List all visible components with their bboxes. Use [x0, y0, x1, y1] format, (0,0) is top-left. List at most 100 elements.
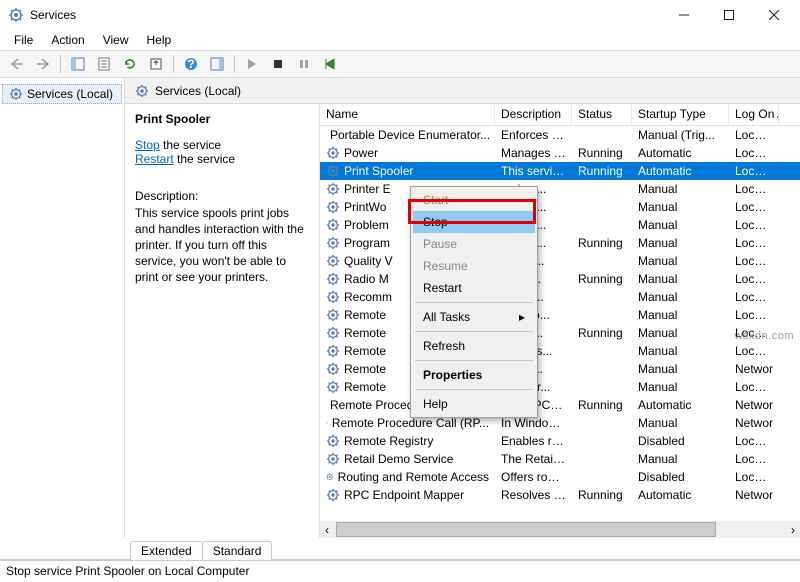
gear-icon — [326, 362, 340, 376]
stop-link[interactable]: Stop — [135, 138, 160, 152]
service-logon: Local Sy — [729, 434, 779, 448]
menu-action[interactable]: Action — [43, 31, 92, 49]
service-row[interactable]: Remotees the r...ManualLocal Sy — [320, 378, 800, 396]
menu-item-label: Refresh — [423, 339, 465, 353]
service-row[interactable]: Print SpoolerThis service ...RunningAuto… — [320, 162, 800, 180]
help-button[interactable]: ? — [180, 53, 202, 75]
service-row[interactable]: PowerManages p...RunningAutomaticLocal S… — [320, 144, 800, 162]
gear-icon — [326, 290, 340, 304]
nav-services-local[interactable]: Services (Local) — [2, 84, 122, 104]
gear-icon — [326, 380, 340, 394]
service-row[interactable]: Quality Vty Win...ManualLocal Sy — [320, 252, 800, 270]
service-logon: Local Sy — [729, 182, 779, 196]
service-logon: Networ — [729, 362, 779, 376]
service-row[interactable]: RPC Endpoint MapperResolves RP...Running… — [320, 486, 800, 504]
service-desc: The Retail D... — [495, 452, 572, 466]
refresh-button[interactable] — [119, 53, 141, 75]
col-logon[interactable]: Log On As — [729, 104, 779, 125]
service-row[interactable]: Routing and Remote AccessOffers routi...… — [320, 468, 800, 486]
gear-icon — [326, 344, 340, 358]
col-name[interactable]: Name — [320, 104, 495, 125]
status-text: Stop service Print Spooler on Local Comp… — [6, 564, 249, 578]
menu-item-help[interactable]: Help — [413, 393, 535, 415]
restart-link[interactable]: Restart — [135, 152, 174, 166]
toolbar: ? — [0, 50, 800, 78]
service-name: Remote — [344, 344, 386, 358]
tab-standard[interactable]: Standard — [202, 541, 273, 560]
gear-icon — [9, 87, 23, 101]
service-row[interactable]: Remotees a co...ManualLocal Sy — [320, 306, 800, 324]
service-row[interactable]: Remote Procedure Call (RP...In Windows..… — [320, 414, 800, 432]
service-row[interactable]: Retail Demo ServiceThe Retail D...Manual… — [320, 450, 800, 468]
menu-item-all-tasks[interactable]: All Tasks▸ — [413, 306, 535, 328]
pause-service-button[interactable] — [293, 53, 315, 75]
menu-item-properties[interactable]: Properties — [413, 364, 535, 386]
menu-help[interactable]: Help — [139, 31, 180, 49]
maximize-button[interactable] — [706, 1, 751, 29]
service-startup: Manual (Trig... — [632, 128, 729, 142]
show-hide-actions-button[interactable] — [206, 53, 228, 75]
restart-service-button[interactable] — [319, 53, 341, 75]
stop-suffix: the service — [160, 138, 221, 152]
start-service-button[interactable] — [241, 53, 263, 75]
service-startup: Manual — [632, 236, 729, 250]
service-logon: Local Sy — [729, 236, 779, 250]
back-button[interactable] — [6, 53, 28, 75]
menubar: File Action View Help — [0, 30, 800, 50]
scroll-left-icon[interactable]: ‹ — [320, 523, 334, 537]
menu-item-refresh[interactable]: Refresh — [413, 335, 535, 357]
menu-item-label: Help — [423, 397, 448, 411]
scroll-thumb[interactable] — [336, 522, 716, 537]
menu-item-stop[interactable]: Stop — [413, 211, 535, 233]
column-headers: Name Description Status Startup Type Log… — [320, 104, 800, 126]
service-row[interactable]: Remote RegistryEnables rem...DisabledLoc… — [320, 432, 800, 450]
menu-view[interactable]: View — [95, 31, 137, 49]
gear-icon — [326, 488, 340, 502]
col-status[interactable]: Status — [572, 104, 632, 125]
tab-extended[interactable]: Extended — [130, 541, 203, 560]
service-name: Remote Procedure Call (RP... — [332, 416, 489, 430]
stop-service-button[interactable] — [267, 53, 289, 75]
forward-button[interactable] — [32, 53, 54, 75]
service-name: Quality V — [344, 254, 393, 268]
service-startup: Manual — [632, 380, 729, 394]
service-row[interactable]: Remotes user...ManualNetwor — [320, 360, 800, 378]
service-row[interactable]: Radio MMana...RunningManualLocal Sy — [320, 270, 800, 288]
menu-item-restart[interactable]: Restart — [413, 277, 535, 299]
service-status: Running — [572, 236, 632, 250]
export-button[interactable] — [145, 53, 167, 75]
service-row[interactable]: Remoteote Des...ManualLocal Sy — [320, 342, 800, 360]
service-startup: Manual — [632, 452, 729, 466]
horizontal-scrollbar[interactable]: ‹ › — [320, 521, 800, 538]
service-row[interactable]: Recommes aut...ManualLocal Sy — [320, 288, 800, 306]
service-desc: Manages p... — [495, 146, 572, 160]
nav-label: Services (Local) — [27, 87, 113, 101]
watermark: wsxdn.com — [734, 330, 794, 342]
menu-item-label: Start — [423, 193, 448, 207]
col-startup[interactable]: Startup Type — [632, 104, 729, 125]
service-row[interactable]: Portable Device Enumerator...Enforces gr… — [320, 126, 800, 144]
service-row[interactable]: PrintWodes su...ManualLocal Sy — [320, 198, 800, 216]
service-startup: Automatic — [632, 146, 729, 160]
col-description[interactable]: Description — [495, 104, 572, 125]
service-row[interactable]: Remoteges di...RunningManualLocal Sy — [320, 324, 800, 342]
detail-tabs: Extended Standard — [0, 538, 800, 560]
scroll-right-icon[interactable]: › — [786, 523, 800, 537]
menu-file[interactable]: File — [6, 31, 41, 49]
properties-button[interactable] — [93, 53, 115, 75]
service-row[interactable]: Printer Eervice ...ManualLocal Sy — [320, 180, 800, 198]
service-startup: Automatic — [632, 488, 729, 502]
service-logon: Local Sy — [729, 452, 779, 466]
service-logon: Local Sy — [729, 128, 779, 142]
close-button[interactable] — [751, 1, 796, 29]
minimize-button[interactable] — [661, 1, 706, 29]
service-logon: Local Sy — [729, 272, 779, 286]
service-row[interactable]: Remote Procedure Call (RPC)The RPCSS s..… — [320, 396, 800, 414]
gear-icon — [326, 272, 340, 286]
service-row[interactable]: Programervice ...RunningManualLocal Sy — [320, 234, 800, 252]
service-row[interactable]: Problemervice ...ManualLocal Sy — [320, 216, 800, 234]
menu-item-resume: Resume — [413, 255, 535, 277]
menu-item-start: Start — [413, 189, 535, 211]
show-hide-tree-button[interactable] — [67, 53, 89, 75]
service-name: Remote Registry — [344, 434, 433, 448]
